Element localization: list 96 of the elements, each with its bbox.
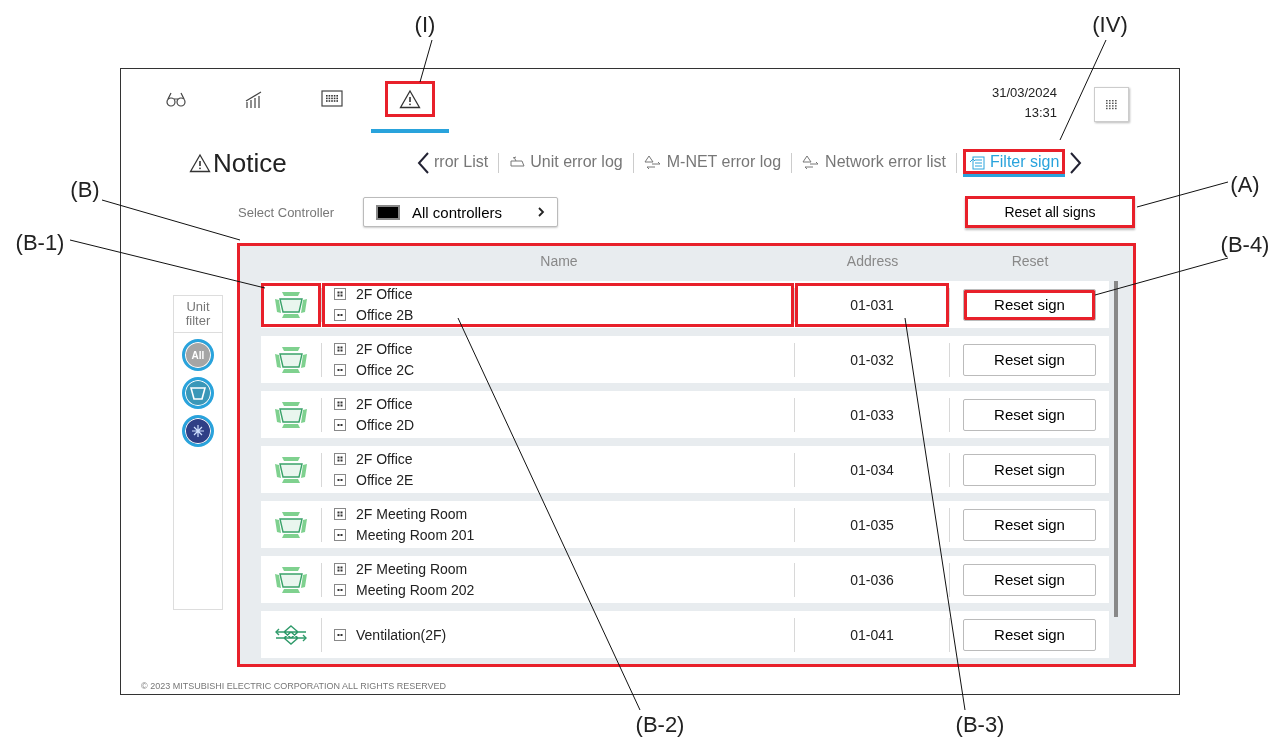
date-text: 31/03/2024 [991,84,1057,102]
chevron-left-icon[interactable] [416,151,430,175]
table-row[interactable]: 2F Meeting Room Meeting Room 201 01-035 Reset sign [261,501,1109,548]
unit-icon [509,155,526,169]
address-cell-text: 01-036 [849,570,895,590]
warning-icon [189,153,211,173]
unit-name: Ventilation(2F) [356,626,447,643]
chevron-right-icon [538,207,545,217]
group-icon [334,453,346,465]
unit-name: Office 2E [356,472,414,488]
callout-label: (I) [414,12,436,38]
tab[interactable]: Network error list [798,149,950,177]
reset-sign-button[interactable]: Reset sign [963,453,1096,486]
callout-label: (IV) [1092,12,1128,38]
unit-name: Meeting Room 201 [356,527,475,543]
indoor-unit-icon [274,290,308,319]
network-warning-icon [643,155,662,169]
ventilation-filter-button[interactable] [182,415,214,447]
callout-label: (A) [1230,172,1260,198]
controller-dropdown[interactable]: All controllers [363,197,558,227]
address-cell: 01-031 [795,282,949,327]
column-header: Reset [1010,253,1050,269]
indoor-unit-icon [274,510,308,539]
group-name: 2F Office [356,286,413,302]
unit-name: Office 2C [356,362,415,378]
scrollbar[interactable] [1114,281,1118,617]
callout-label: (B-3) [955,712,1005,738]
table-row[interactable]: 2F Meeting Room Meeting Room 202 01-036 Reset sign [261,556,1109,603]
group-icon [334,508,346,520]
callout-label: (B-1) [15,230,65,256]
unit-name-icon [334,529,346,541]
address-cell-text: 01-041 [849,625,895,645]
column-header: Name [539,253,579,269]
reset-sign-button[interactable]: Reset sign [963,343,1096,376]
time-text: 13:31 [1024,104,1057,122]
group-name: 2F Meeting Room [356,506,468,522]
group-icon [334,563,346,575]
reset-sign-button[interactable]: Reset sign [963,563,1096,596]
ventilation-unit-icon [274,623,308,646]
menu-button[interactable] [1094,87,1129,122]
callout-label: (B-4) [1220,232,1270,258]
table-row[interactable]: Ventilation(2F) 01-041 Reset sign [261,611,1109,658]
page-title: Notice [213,148,287,178]
column-header: Address [845,253,900,269]
menu-icon [1106,99,1117,110]
warning-icon [399,89,421,109]
indoor-unit-icon [190,386,206,400]
network-warning-icon [802,155,821,169]
unit-name-icon [334,584,346,596]
chevron-right-icon[interactable] [1069,151,1084,175]
group-name: 2F Office [356,396,413,412]
group-icon [334,288,346,300]
group-name: 2F Office [356,451,413,467]
unit-name: Office 2B [356,307,414,323]
group-icon [334,343,346,355]
table-row[interactable]: 2F Office Office 2E 01-034 Reset sign [261,446,1109,493]
indoor-unit-icon [274,565,308,594]
reset-sign-button[interactable]: Reset sign [963,508,1096,541]
tab[interactable]: M-NET error log [639,149,786,177]
unit-filter-title: Unit filter [174,296,222,333]
unit-name-icon [334,474,346,486]
group-icon [334,398,346,410]
table-row[interactable]: 2F Office Office 2D 01-033 Reset sign [261,391,1109,438]
keypad-icon [321,90,343,108]
reset-sign-button[interactable]: Reset sign [963,288,1096,321]
callout-label: (B) [70,177,100,203]
indoor-filter-button[interactable] [182,377,214,409]
callout-label: (B-2) [635,712,685,738]
controller-swatch [376,204,400,220]
table-row[interactable]: 2F Office Office 2B 01-031 Reset sign [261,281,1109,328]
address-cell-text: 01-034 [849,460,895,480]
address-cell-text: 01-035 [849,515,895,535]
unit-name-icon [334,309,346,321]
unit-name-icon [334,364,346,376]
address-cell-text: 01-032 [849,350,895,370]
reset-sign-button[interactable]: Reset sign [963,618,1096,651]
group-name: 2F Office [356,341,413,357]
select-controller-label: Select Controller [238,204,336,220]
unit-name-icon [334,419,346,431]
copyright-text: © 2023 MITSUBISHI ELECTRIC CORPORATION ALL RIGHTS RESERVED [140,681,448,693]
reset-sign-button[interactable]: Reset sign [963,398,1096,431]
indoor-unit-icon [274,345,308,374]
group-name: 2F Meeting Room [356,561,468,577]
tab[interactable]: Unit error log [505,149,627,177]
leader-line [419,39,433,83]
table-row[interactable]: 2F Office Office 2C 01-032 Reset sign [261,336,1109,383]
address-cell-text: 01-033 [849,405,895,425]
indoor-unit-icon [274,400,308,429]
indoor-unit-icon [274,455,308,484]
unit-name: Office 2D [356,417,415,433]
bar-chart-icon [244,89,264,109]
unit-name-icon [334,628,346,641]
tab[interactable]: rror List [430,149,493,177]
unit-name: Meeting Room 202 [356,582,475,598]
reset-all-button[interactable]: Reset all signs [965,196,1135,228]
filter-icon [969,154,985,170]
